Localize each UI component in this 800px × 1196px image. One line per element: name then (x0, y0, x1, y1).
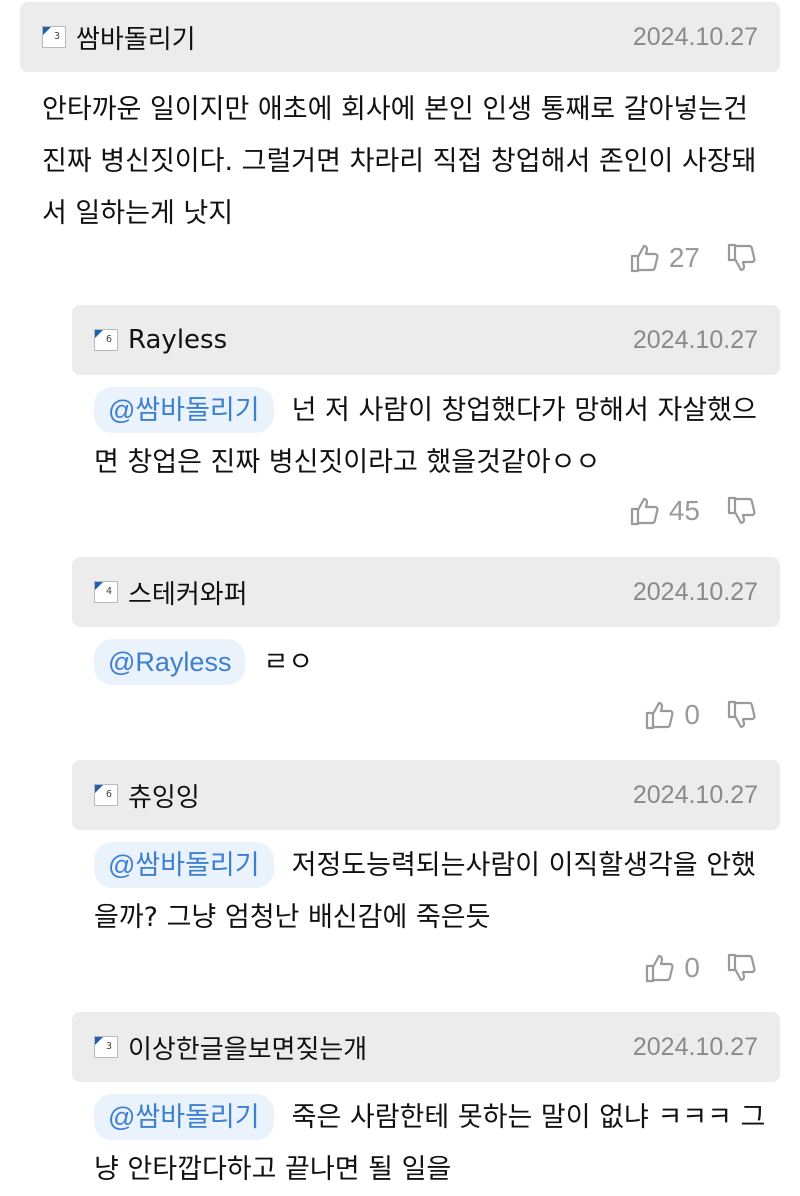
comment-author[interactable]: Rayless (128, 325, 633, 355)
vote-bar: 27 (629, 242, 758, 274)
comment-header: 6 Rayless 2024.10.27 (72, 305, 780, 375)
comment-text: @쌈바돌리기 저정도능력되는사람이 이직할생각을 안했을까? 그냥 엄청난 배신감… (72, 830, 780, 944)
like-button[interactable]: 45 (629, 495, 726, 527)
comment-author[interactable]: 츄잉잉 (128, 777, 633, 814)
comment-date: 2024.10.27 (632, 22, 758, 51)
comment-date: 2024.10.27 (632, 1032, 758, 1061)
comment-text: 안타까운 일이지만 애초에 회사에 본인 인생 통째로 갈아넣는건 진짜 병신짓… (42, 94, 757, 229)
vote-bar: 0 (644, 952, 758, 984)
thumbs-down-icon[interactable] (726, 495, 758, 527)
thumbs-down-icon[interactable] (726, 699, 758, 731)
thumbs-up-icon (630, 497, 659, 526)
thumbs-up-icon (630, 244, 659, 273)
thumbs-down-icon[interactable] (726, 952, 758, 984)
like-count: 0 (684, 952, 700, 983)
comment-header: 3 쌈바돌리기 2024.10.27 (20, 2, 780, 72)
thumbs-up-icon (646, 954, 674, 983)
comment-date: 2024.10.27 (632, 577, 758, 606)
comment-author[interactable]: 이상한글을보면짖는개 (128, 1029, 633, 1066)
comment-date: 2024.10.27 (632, 780, 758, 809)
like-button[interactable]: 27 (629, 242, 726, 274)
comment-author[interactable]: 쌈바돌리기 (76, 19, 633, 56)
comment: 3 쌈바돌리기 2024.10.27 안타까운 일이지만 애초에 회사에 본인 … (20, 2, 780, 273)
like-count: 0 (684, 699, 700, 730)
vote-bar: 0 (644, 699, 758, 731)
comment-text: @Rayless ㄹㅇ (72, 627, 780, 689)
like-count: 27 (668, 242, 700, 273)
mention-tag[interactable]: @쌈바돌리기 (94, 842, 274, 888)
level-badge-icon: 3 (94, 1036, 118, 1058)
like-button[interactable]: 0 (644, 952, 726, 984)
comment-date: 2024.10.27 (632, 325, 758, 354)
reply-comment: 6 츄잉잉 2024.10.27 @쌈바돌리기 저정도능력되는사람이 이직할생각을… (72, 760, 780, 983)
comment-header: 6 츄잉잉 2024.10.27 (72, 760, 780, 830)
level-badge-icon: 6 (94, 329, 118, 351)
vote-bar: 45 (629, 495, 758, 527)
reply-comment: 4 스테커와퍼 2024.10.27 @Rayless ㄹㅇ 0 (72, 557, 780, 730)
like-count: 45 (668, 495, 700, 526)
comment-text: @쌈바돌리기 넌 저 사람이 창업했다가 망해서 자살했으면 창업은 진짜 병신짓… (72, 375, 780, 489)
reply-comment: 3 이상한글을보면짖는개 2024.10.27 @쌈바돌리기 죽은 사람한테 못하… (72, 1012, 780, 1196)
reply-comment: 6 Rayless 2024.10.27 @쌈바돌리기 넌 저 사람이 창업했다가… (72, 305, 780, 526)
comment-header: 3 이상한글을보면짖는개 2024.10.27 (72, 1012, 780, 1082)
comment-header: 4 스테커와퍼 2024.10.27 (72, 557, 780, 627)
level-badge-icon: 4 (94, 581, 118, 603)
thumbs-up-icon (646, 701, 674, 730)
comment-text: @쌈바돌리기 죽은 사람한테 못하는 말이 없냐 ㅋㅋㅋ 그냥 안타깝다하고 끝나… (72, 1082, 780, 1196)
level-badge-icon: 6 (94, 784, 118, 806)
like-button[interactable]: 0 (644, 699, 726, 731)
level-badge-icon: 3 (42, 26, 66, 48)
thumbs-down-icon[interactable] (726, 242, 758, 274)
mention-tag[interactable]: @Rayless (94, 639, 246, 685)
mention-tag[interactable]: @쌈바돌리기 (94, 387, 274, 433)
mention-tag[interactable]: @쌈바돌리기 (94, 1094, 274, 1140)
comment-author[interactable]: 스테커와퍼 (128, 574, 633, 611)
